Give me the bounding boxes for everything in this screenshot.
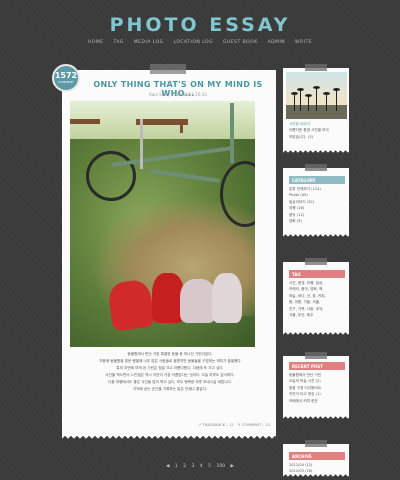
recent-post-heading: RECENT POST — [289, 362, 345, 370]
post-meta: ↗ TRACKBACK : 12 ✎ COMMENT : 12 — [186, 422, 270, 432]
main-nav: HOME · TAG · MEDIA LOG · LOCATION LOG · GUES… — [87, 40, 313, 45]
tape-decoration — [305, 64, 327, 71]
trackback-link[interactable]: TRACKBACK : 12 — [202, 422, 233, 427]
archive-item[interactable]: 2012/03 (18) — [289, 468, 347, 474]
tape-decoration — [305, 164, 327, 171]
white-shoe-right — [212, 273, 242, 323]
tape-decoration — [305, 352, 327, 359]
post-photo — [70, 101, 255, 347]
trackback-icon: ↗ — [198, 422, 202, 427]
tape-decoration — [150, 64, 186, 74]
bike-seat-post — [140, 119, 143, 169]
page-link[interactable]: 4 — [200, 464, 203, 469]
post-date: Kani Story 2012/04/03 16:33 — [149, 92, 207, 97]
tape-decoration — [305, 440, 327, 447]
prev-page-button[interactable]: ◀ — [166, 464, 169, 469]
page-link[interactable]: 5 — [208, 464, 211, 469]
palm-tree — [323, 92, 330, 111]
post-paragraph: 기억에 남는 순간을 기록하는 일은 언제나 즐겁다. — [132, 387, 208, 391]
post-paragraph: 특히 이번에 보게 된 기린은 정말 크고 아름다웠다. 다음에 또 가고 싶다… — [116, 366, 224, 370]
tag-list: 사진, 풍경, 여행, 일상, 카메라, 음악, 영화, 책, 하늘, 바다, … — [289, 280, 347, 318]
palm-tree — [333, 88, 340, 111]
post-body: 동물원에서 만난 가장 특별한 동물 중 하나인 기린이었다. 처음에 동물원을… — [72, 351, 268, 393]
post-paragraph: 동물원에서 만난 가장 특별한 동물 중 하나인 기린이었다. — [127, 352, 213, 356]
page-link[interactable]: 3 — [192, 464, 195, 469]
comment-count: 1572 — [54, 71, 78, 80]
palm-tree — [297, 88, 304, 111]
nav-guest-book[interactable]: GUEST BOOK — [223, 40, 258, 45]
photo-widget-text: 사진첩 이야기 아름다운 풍경 사진을 모아 보았습니다. (3) — [289, 121, 347, 140]
palm-tree — [313, 86, 320, 111]
nav-admin[interactable]: ADMIN — [268, 40, 286, 45]
bike-stem — [230, 103, 234, 163]
recent-post-list: 동물원에서 만난 기린 오늘의 하늘 사진 (2) 봄꽃 구경 다녀왔어요 자전… — [289, 372, 347, 404]
post-paragraph: 처음에 동물원을 방문 했을때 너무 많은 사람들로 붐볐지만 동물들을 구경하… — [99, 359, 241, 363]
nav-write[interactable]: WRITE — [295, 40, 312, 45]
pagination: ◀ 1 2 3 4 5 100 ▶ — [0, 464, 400, 469]
page-link[interactable]: 1 — [175, 464, 178, 469]
tape-decoration — [305, 258, 327, 265]
page-link[interactable]: 2 — [183, 464, 186, 469]
recent-post-item[interactable]: 카페에서 커피 한잔 — [289, 398, 347, 404]
last-page-link[interactable]: 100 — [216, 464, 225, 469]
nav-tag[interactable]: TAG — [113, 40, 123, 45]
tag-line[interactable]: 서울, 부산, 제주 — [289, 312, 347, 318]
next-page-button[interactable]: ▶ — [231, 464, 234, 469]
photo-bench-leg2 — [180, 125, 183, 133]
comment-count-label: COMMENT — [58, 80, 74, 84]
comment-icon: ✎ — [237, 422, 241, 427]
post-paragraph: 다음 여행에서도 좋은 사진을 많이 찍고 싶다. 모두 행복한 하루 보내시길… — [108, 380, 232, 384]
nav-home[interactable]: HOME — [88, 40, 104, 45]
palm-tree — [305, 94, 312, 111]
sidebar-photo[interactable] — [286, 72, 347, 119]
category-list: 분류 전체보기 (124) Photo (45) 일상이야기 (32) 여행 (… — [289, 186, 347, 224]
category-heading: CATEGORY — [289, 176, 345, 184]
comment-link[interactable]: COMMENT : 12 — [242, 422, 270, 427]
tag-heading: TAG — [289, 270, 345, 278]
post-paragraph: 사진을 찍으면서 느낀점은 역시 자연이 가장 아름답다는 것이다. 오늘 하루… — [105, 373, 235, 377]
site-title[interactable]: PHOTO ESSAY — [0, 14, 400, 36]
nav-media-log[interactable]: MEDIA LOG — [134, 40, 164, 45]
nav-location-log[interactable]: LOCATION LOG — [174, 40, 214, 45]
category-item[interactable]: 영화 (9) — [289, 218, 347, 224]
palm-tree — [291, 92, 298, 111]
archive-heading: ARCHIVE — [289, 452, 345, 460]
photo-widget-line: 보았습니다. (3) — [289, 134, 313, 139]
bike-front-wheel — [86, 151, 136, 201]
white-shoe-left — [180, 279, 216, 323]
comment-count-badge[interactable]: 1572 COMMENT — [52, 64, 80, 92]
photo-bench-left — [70, 119, 100, 124]
